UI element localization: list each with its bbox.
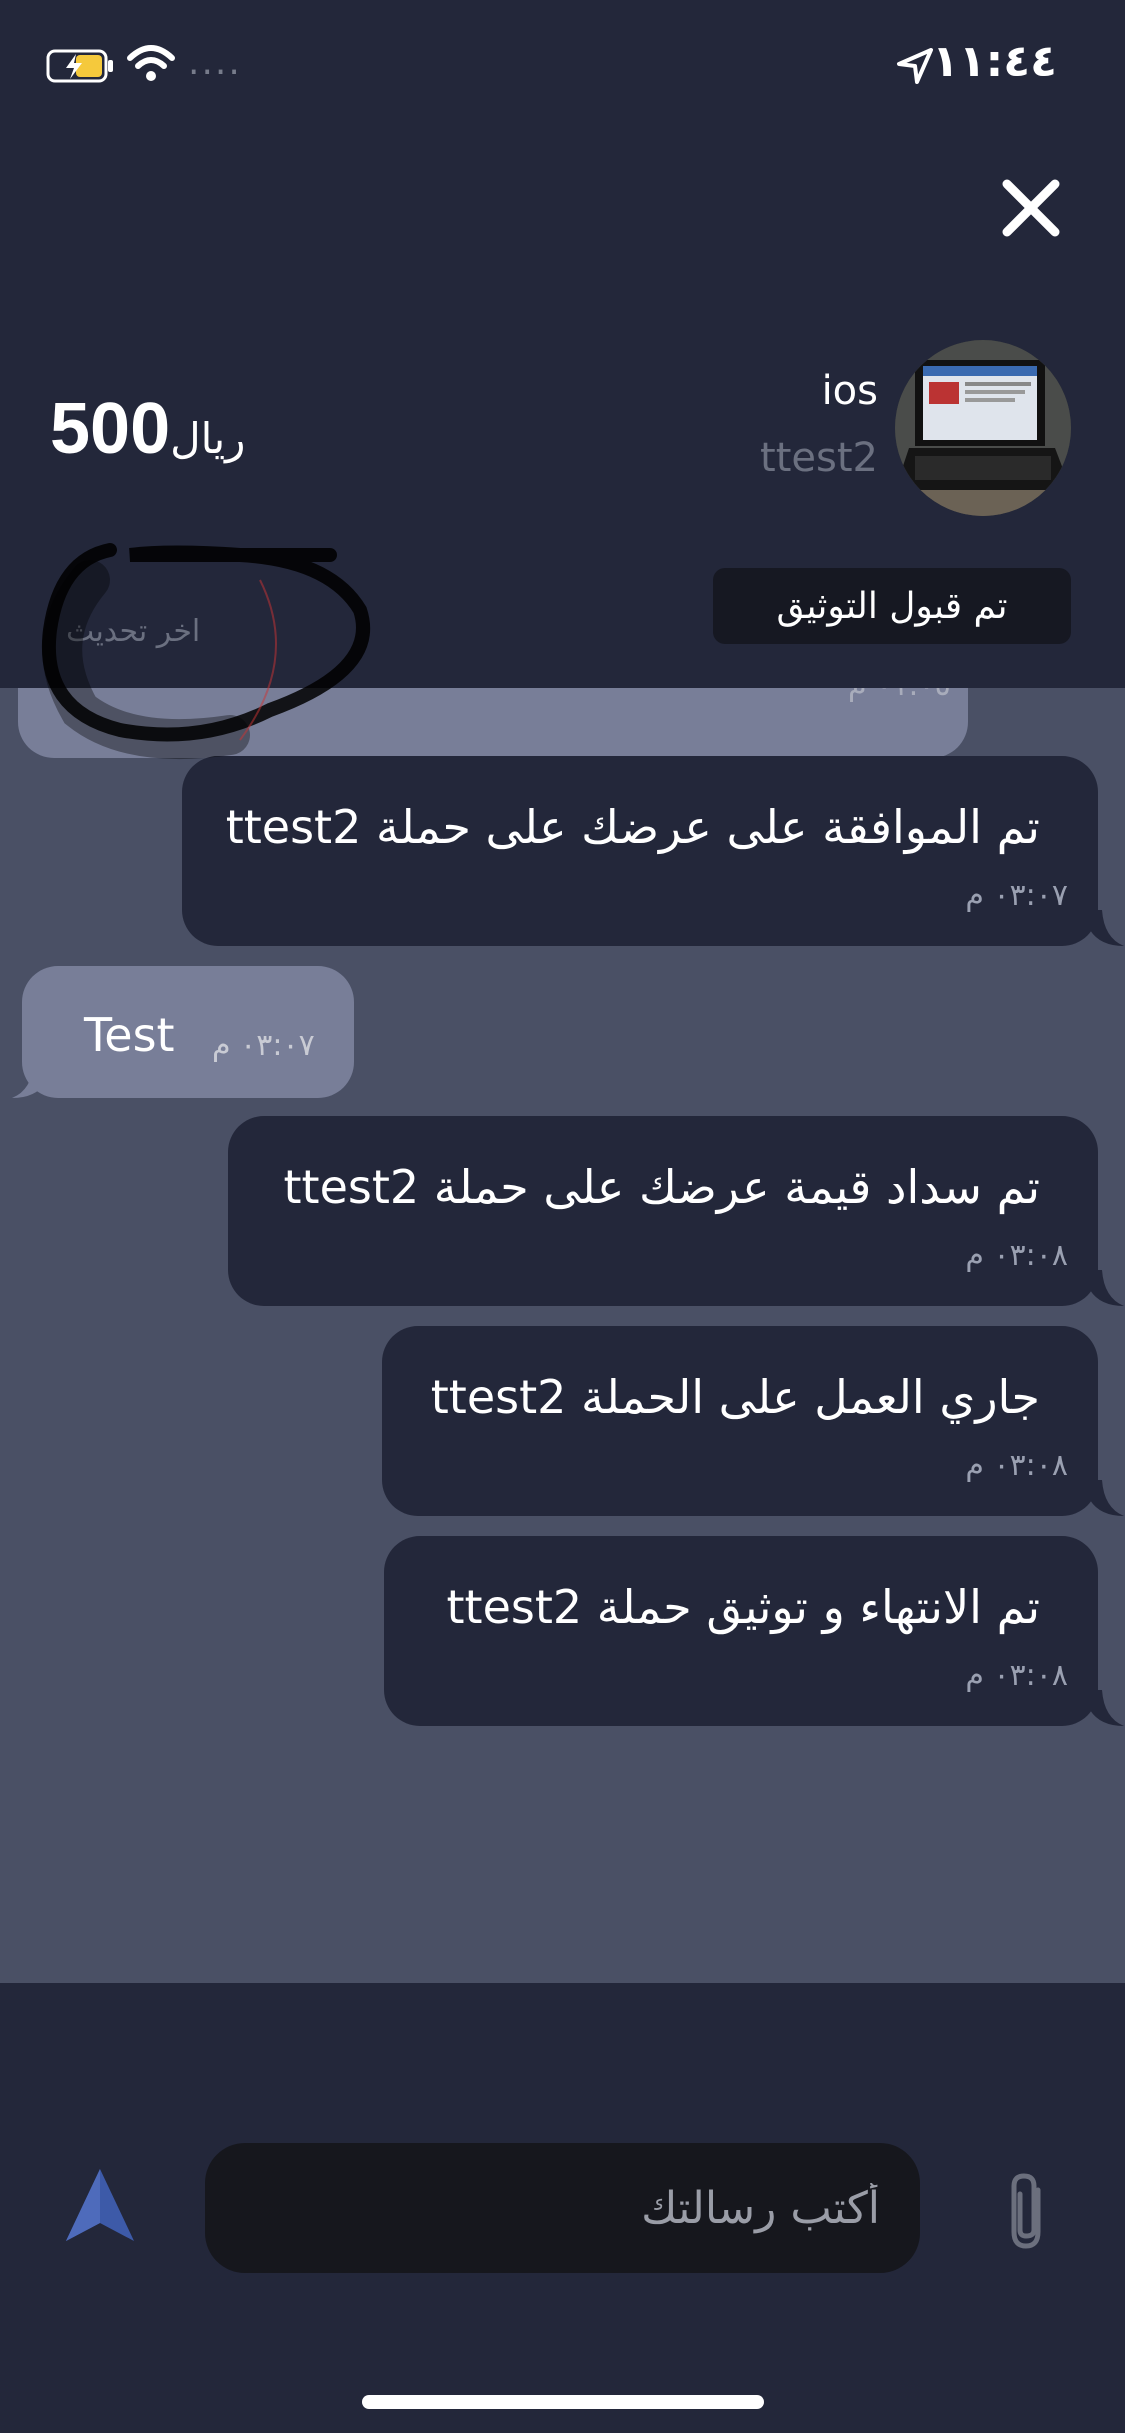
message-time: ٠٣:٠٨ م bbox=[965, 1238, 1068, 1273]
verification-status-badge: تم قبول التوثيق bbox=[713, 568, 1071, 644]
price-amount: 500 bbox=[50, 389, 171, 469]
message-text: تم الموافقة على عرضك على حملة ttest2 bbox=[225, 800, 1040, 854]
last-update-label: اخر تحديث bbox=[66, 614, 201, 649]
home-indicator[interactable] bbox=[362, 2395, 764, 2409]
clock: ١١:٤٤ bbox=[931, 36, 1057, 87]
message-text: تم الانتهاء و توثيق حملة ttest2 bbox=[446, 1580, 1040, 1634]
bubble-tail bbox=[1090, 1480, 1124, 1516]
message-input[interactable] bbox=[205, 2143, 920, 2273]
laptop-photo bbox=[895, 340, 1071, 516]
message-time: ٠١:٠٥ م bbox=[848, 688, 951, 703]
message-text: جاري العمل على الحملة ttest2 bbox=[430, 1370, 1040, 1424]
price: ريال500 bbox=[50, 388, 245, 470]
message-text: تم سداد قيمة عرضك على حملة ttest2 bbox=[283, 1160, 1040, 1214]
message-bubble-outgoing: تم الانتهاء و توثيق حملة ttest2 ٠٣:٠٨ م bbox=[384, 1536, 1098, 1726]
chat-messages[interactable]: ٠١:٠٥ م تم الموافقة على عرضك على حملة tt… bbox=[0, 688, 1125, 1983]
user-name: ios bbox=[821, 368, 878, 414]
bubble-tail bbox=[1090, 910, 1124, 946]
message-time: ٠٣:٠٧ م bbox=[212, 1028, 315, 1063]
message-time: ٠٣:٠٨ م bbox=[965, 1448, 1068, 1483]
chat-header: .... ١١:٤٤ ios ttest2 ريال500 تم قبول ال… bbox=[0, 0, 1125, 688]
message-text: Test bbox=[84, 1008, 175, 1062]
signal-indicator: .... bbox=[188, 42, 242, 83]
send-icon[interactable] bbox=[60, 2165, 140, 2245]
message-time: ٠٣:٠٧ م bbox=[965, 878, 1068, 913]
bubble-tail bbox=[12, 1062, 46, 1098]
bubble-tail bbox=[1090, 1690, 1124, 1726]
paperclip-icon[interactable] bbox=[1000, 2168, 1056, 2254]
message-bubble-outgoing: جاري العمل على الحملة ttest2 ٠٣:٠٨ م bbox=[382, 1326, 1098, 1516]
wifi-icon bbox=[127, 45, 175, 81]
status-bar: .... ١١:٤٤ bbox=[0, 0, 1125, 130]
location-arrow-icon bbox=[897, 48, 933, 84]
message-bubble-outgoing: تم الموافقة على عرضك على حملة ttest2 ٠٣:… bbox=[182, 756, 1098, 946]
bubble-tail bbox=[1090, 1270, 1124, 1306]
message-bubble-outgoing: تم سداد قيمة عرضك على حملة ttest2 ٠٣:٠٨ … bbox=[228, 1116, 1098, 1306]
avatar[interactable] bbox=[895, 340, 1071, 516]
message-bubble-incoming: Test ٠٣:٠٧ م bbox=[22, 966, 354, 1098]
price-unit: ريال bbox=[170, 414, 246, 463]
battery-charging-icon bbox=[46, 49, 113, 83]
message-time: ٠٣:٠٨ م bbox=[965, 1658, 1068, 1693]
close-icon[interactable] bbox=[999, 176, 1063, 240]
user-handle: ttest2 bbox=[760, 435, 878, 481]
message-bubble-partial: ٠١:٠٥ م bbox=[18, 688, 968, 758]
